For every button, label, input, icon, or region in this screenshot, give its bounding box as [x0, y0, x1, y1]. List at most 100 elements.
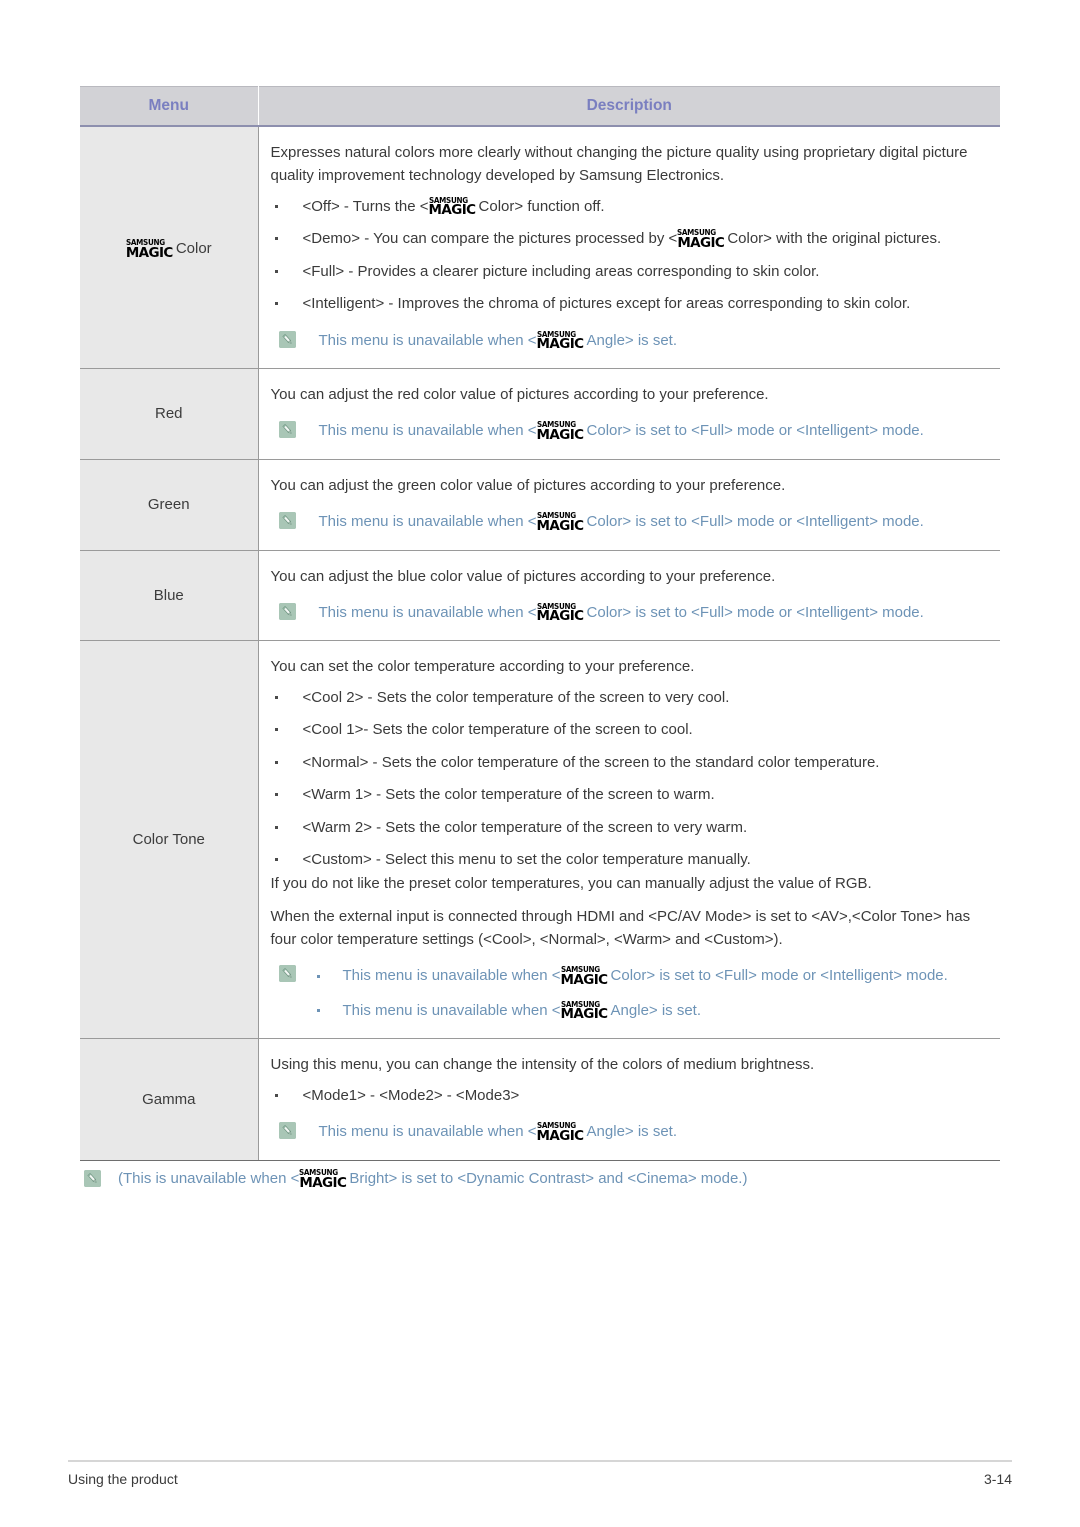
note-icon	[278, 330, 296, 348]
table-footnote: (This is unavailable when < SAMSUNG MAGIC B…	[80, 1168, 1000, 1191]
menu-label: Color Tone	[132, 831, 205, 849]
description-cell: Expresses natural colors more clearly wi…	[258, 126, 1000, 369]
description-paragraph: You can adjust the green color value of …	[270, 476, 786, 494]
bullet-dot-icon	[274, 858, 278, 862]
footer-page-number: 3-14	[983, 1471, 1012, 1487]
bullet-dot-icon	[274, 302, 278, 306]
magic-logo-bottom: MAGIC	[536, 1127, 585, 1144]
menu-cell: Gamma	[80, 1038, 259, 1161]
note-text: This menu is unavailable when < SAMSUNG MA…	[318, 1121, 678, 1144]
column-header-menu: Menu	[80, 86, 259, 127]
description-cell: Using this menu, you can change the inte…	[258, 1038, 1000, 1161]
magic-logo-top: SAMSUNG	[536, 329, 576, 339]
magic-logo-bottom: MAGIC	[536, 426, 585, 443]
bullet-list: <Off> - Turns the < SAMSUNG MAGIC Color> fu…	[271, 196, 983, 316]
bullet-dot-icon	[274, 793, 278, 797]
magic-logo-bottom: MAGIC	[299, 1174, 347, 1191]
table-body: SAMSUNG MAGIC Color Expresses natural color…	[80, 126, 1000, 1161]
description-cell: You can set the color temperature accord…	[258, 640, 1000, 1040]
note-icon	[278, 421, 296, 439]
note-icon	[278, 1122, 296, 1139]
description-paragraph: Expresses natural colors more clearly wi…	[270, 144, 968, 185]
note-bullet-item: This menu is unavailable when < SAMSUNG MA…	[291, 965, 983, 988]
menu-cell: Green	[80, 459, 259, 551]
magic-logo-bottom: MAGIC	[536, 608, 585, 625]
description-paragraph: You can adjust the red color value of pi…	[270, 386, 769, 403]
magic-logo-top: SAMSUNG	[677, 228, 717, 237]
samsung-magic-logo: SAMSUNG MAGIC	[536, 329, 587, 350]
bullet-dot-icon	[274, 1093, 278, 1097]
magic-logo-bottom: MAGIC	[428, 202, 477, 218]
table-row: Green You can adjust the green color valu…	[80, 459, 1000, 551]
note-block: This menu is unavailable when < SAMSUNG MA…	[271, 330, 983, 353]
menu-cell: Color Tone	[80, 640, 259, 1040]
bullet-item: <Warm 2> - Sets the color temperature of…	[271, 817, 983, 840]
samsung-magic-logo: SAMSUNG MAGIC	[299, 1168, 349, 1189]
magic-logo-top: SAMSUNG	[560, 965, 600, 975]
table-row: Red You can adjust the red color value of…	[80, 368, 1000, 460]
note-icon	[278, 602, 296, 620]
magic-logo-top: SAMSUNG	[428, 195, 468, 205]
magic-logo-top: SAMSUNG	[125, 238, 165, 247]
page-footer: Using the product 3-14	[68, 1460, 1012, 1487]
note-text: This menu is unavailable when < SAMSUNG MA…	[318, 511, 924, 534]
samsung-magic-logo: SAMSUNG MAGIC	[428, 195, 479, 216]
samsung-magic-logo: SAMSUNG MAGIC	[125, 238, 176, 259]
note-text: This menu is unavailable when < SAMSUNG MA…	[318, 420, 924, 443]
menu-cell: Red	[80, 368, 259, 460]
bullet-item: <Warm 1> - Sets the color temperature of…	[271, 784, 983, 807]
bullet-dot-icon	[274, 760, 278, 764]
magic-logo-bottom: MAGIC	[560, 971, 609, 988]
table-row: Gamma Using this menu, you can change the…	[80, 1038, 1000, 1161]
magic-logo-top: SAMSUNG	[560, 999, 600, 1009]
bullet-dot-icon	[274, 728, 278, 732]
bullet-dot-icon	[274, 825, 278, 829]
table-row: Blue You can adjust the blue color value …	[80, 550, 1000, 642]
bullet-item: <Demo> - You can compare the pictures pr…	[271, 228, 983, 251]
description-cell: You can adjust the green color value of …	[258, 459, 1000, 551]
footer-section-label: Using the product	[68, 1471, 178, 1487]
menu-description-table: Menu Description SAMSUNG MAGIC Color Expres…	[80, 86, 1000, 1161]
description-paragraph: You can set the color temperature accord…	[270, 658, 695, 676]
menu-label: Gamma	[142, 1090, 196, 1108]
description-paragraph: If you do not like the preset color temp…	[270, 874, 872, 892]
description-cell: You can adjust the blue color value of p…	[258, 550, 1000, 642]
bullet-list: <Cool 2> - Sets the color temperature of…	[271, 687, 983, 872]
bullet-item: <Cool 1>- Sets the color temperature of …	[271, 719, 983, 742]
magic-logo-bottom: MAGIC	[536, 517, 585, 534]
description-paragraph: When the external input is connected thr…	[270, 907, 971, 948]
bullet-dot-icon	[274, 237, 278, 241]
note-block: This menu is unavailable when < SAMSUNG MA…	[271, 420, 983, 443]
magic-logo-top: SAMSUNG	[536, 420, 576, 430]
note-block: This menu is unavailable when < SAMSUNG MA…	[271, 1121, 983, 1144]
menu-label: Green	[147, 496, 190, 514]
magic-logo-top: SAMSUNG	[536, 601, 576, 611]
bullet-dot-icon	[316, 974, 320, 978]
magic-logo-bottom: MAGIC	[536, 336, 585, 352]
samsung-magic-logo: SAMSUNG MAGIC	[560, 999, 611, 1021]
menu-label: Red	[154, 405, 183, 423]
magic-logo-bottom: MAGIC	[125, 244, 174, 261]
magic-logo-top: SAMSUNG	[536, 511, 576, 520]
note-text: This menu is unavailable when < SAMSUNG MA…	[318, 329, 678, 352]
bullet-item: <Mode1> - <Mode2> - <Mode3>	[271, 1085, 983, 1108]
note-text: This menu is unavailable when < SAMSUNG MA…	[318, 601, 924, 625]
magic-logo-top: SAMSUNG	[299, 1168, 339, 1177]
samsung-magic-logo: SAMSUNG MAGIC	[536, 511, 587, 532]
magic-logo-top: SAMSUNG	[536, 1121, 576, 1130]
bullet-list: <Mode1> - <Mode2> - <Mode3>	[271, 1085, 983, 1108]
note-block: This menu is unavailable when < SAMSUNG MA…	[271, 511, 983, 534]
samsung-magic-logo: SAMSUNG MAGIC	[677, 228, 727, 249]
bullet-dot-icon	[274, 695, 278, 699]
document-page: Menu Description SAMSUNG MAGIC Color Expres…	[0, 0, 1080, 1527]
bullet-dot-icon	[316, 1009, 320, 1013]
samsung-magic-logo: SAMSUNG MAGIC	[536, 601, 587, 623]
table-row: SAMSUNG MAGIC Color Expresses natural color…	[80, 126, 1000, 369]
magic-logo-bottom: MAGIC	[677, 234, 725, 251]
note-icon	[84, 1170, 101, 1187]
table-header-row: Menu Description	[80, 86, 1000, 127]
table-row: Color Tone You can set the color temperat…	[80, 640, 1000, 1040]
note-icon	[278, 512, 296, 529]
footnote-text: (This is unavailable when < SAMSUNG MAGIC B…	[118, 1168, 748, 1191]
bullet-item: <Cool 2> - Sets the color temperature of…	[271, 687, 983, 710]
